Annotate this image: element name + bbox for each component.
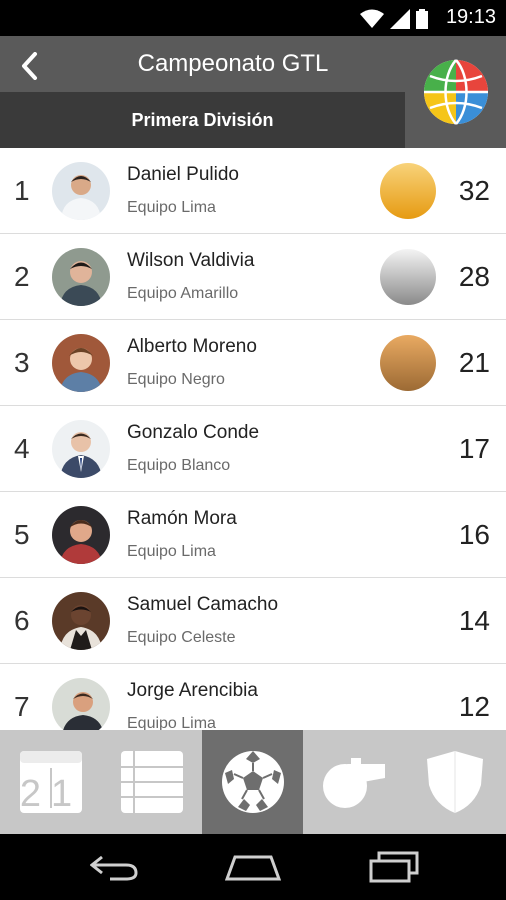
rank-number: 5	[14, 519, 30, 550]
team-name: Equipo Negro	[127, 371, 225, 388]
status-time: 19:13	[445, 6, 496, 28]
system-back-button[interactable]	[74, 842, 154, 892]
nav-referee[interactable]	[303, 730, 404, 834]
points: 21	[458, 347, 490, 378]
standings-row[interactable]: 5 Ramón Mora Equipo Lima 16	[0, 492, 506, 578]
shield-icon	[426, 751, 483, 813]
standings-row[interactable]: 2 Wilson Valdivia Equipo Amarillo 28	[0, 234, 506, 320]
team-name: Equipo Lima	[127, 543, 216, 560]
player-name: Wilson Valdivia	[127, 250, 255, 271]
points: 32	[458, 175, 490, 206]
standings-list[interactable]: 1 Daniel Pulido Equipo Lima 32 2 Wilson …	[0, 148, 506, 730]
nav-calendar[interactable]: 21	[0, 730, 101, 834]
rank-number: 1	[14, 175, 30, 206]
page-title: Campeonato GTL	[137, 50, 329, 77]
avatar	[52, 420, 110, 478]
nav-teams[interactable]	[404, 730, 505, 834]
player-name: Alberto Moreno	[127, 336, 257, 357]
rank-number: 4	[14, 433, 30, 464]
system-recents-button[interactable]	[354, 842, 434, 892]
standings-row[interactable]: 3 Alberto Moreno Equipo Negro 21	[0, 320, 506, 406]
standings-row[interactable]: 1 Daniel Pulido Equipo Lima 32	[0, 148, 506, 234]
system-home-button[interactable]	[213, 842, 293, 892]
player-name: Jorge Arencibia	[127, 680, 258, 701]
home-icon	[225, 855, 281, 881]
gold-medal-icon	[380, 163, 436, 219]
player-name: Gonzalo Conde	[127, 422, 260, 443]
nav-scorers[interactable]	[202, 730, 303, 834]
team-name: Equipo Celeste	[127, 629, 236, 646]
standings-row[interactable]: 7 Jorge Arencibia Equipo Lima 12	[0, 664, 506, 730]
avatar	[52, 248, 110, 306]
recents-icon	[369, 851, 419, 883]
status-bar: 19:13	[0, 0, 506, 36]
soccer-ball-icon	[221, 751, 284, 813]
table-icon	[120, 751, 183, 813]
silver-medal-icon	[380, 249, 436, 305]
points: 14	[458, 605, 490, 636]
tab-strip: Primera División	[0, 92, 405, 148]
points: 12	[458, 691, 490, 722]
tab-primera-division[interactable]: Primera División	[0, 92, 405, 148]
avatar	[52, 334, 110, 392]
calendar-icon: 21	[19, 751, 82, 814]
battery-icon	[416, 9, 428, 29]
player-name: Daniel Pulido	[127, 164, 239, 185]
avatar	[52, 592, 110, 650]
avatar	[52, 162, 110, 220]
bottom-nav: 21	[0, 730, 506, 834]
standings-row[interactable]: 6 Samuel Camacho Equipo Celeste 14	[0, 578, 506, 664]
avatar	[52, 506, 110, 564]
rank-number: 7	[14, 691, 30, 722]
rank-number: 2	[14, 261, 30, 292]
back-button[interactable]	[14, 48, 44, 84]
points: 28	[458, 261, 490, 292]
team-name: Equipo Lima	[127, 715, 216, 730]
bronze-medal-icon	[380, 335, 436, 391]
back-arrow-icon	[90, 855, 138, 881]
chevron-left-icon	[22, 52, 37, 80]
signal-icon	[390, 9, 410, 29]
team-name: Equipo Lima	[127, 199, 216, 216]
points: 16	[458, 519, 490, 550]
team-name: Equipo Amarillo	[127, 285, 239, 302]
nav-standings-table[interactable]	[101, 730, 202, 834]
calendar-digits: 21	[19, 773, 81, 814]
wifi-icon	[360, 9, 384, 28]
status-icons	[360, 7, 428, 29]
app-bar: Campeonato GTL Primera División	[0, 36, 506, 148]
rank-number: 3	[14, 347, 30, 378]
standings-row[interactable]: 4 Gonzalo Conde Equipo Blanco 17	[0, 406, 506, 492]
team-name: Equipo Blanco	[127, 457, 231, 474]
whistle-icon	[322, 758, 385, 808]
avatar	[52, 678, 110, 730]
player-name: Ramón Mora	[127, 508, 237, 529]
system-nav-bar	[0, 834, 506, 900]
rank-number: 6	[14, 605, 30, 636]
app-logo	[424, 59, 488, 125]
points: 17	[458, 433, 490, 464]
player-name: Samuel Camacho	[127, 594, 279, 615]
